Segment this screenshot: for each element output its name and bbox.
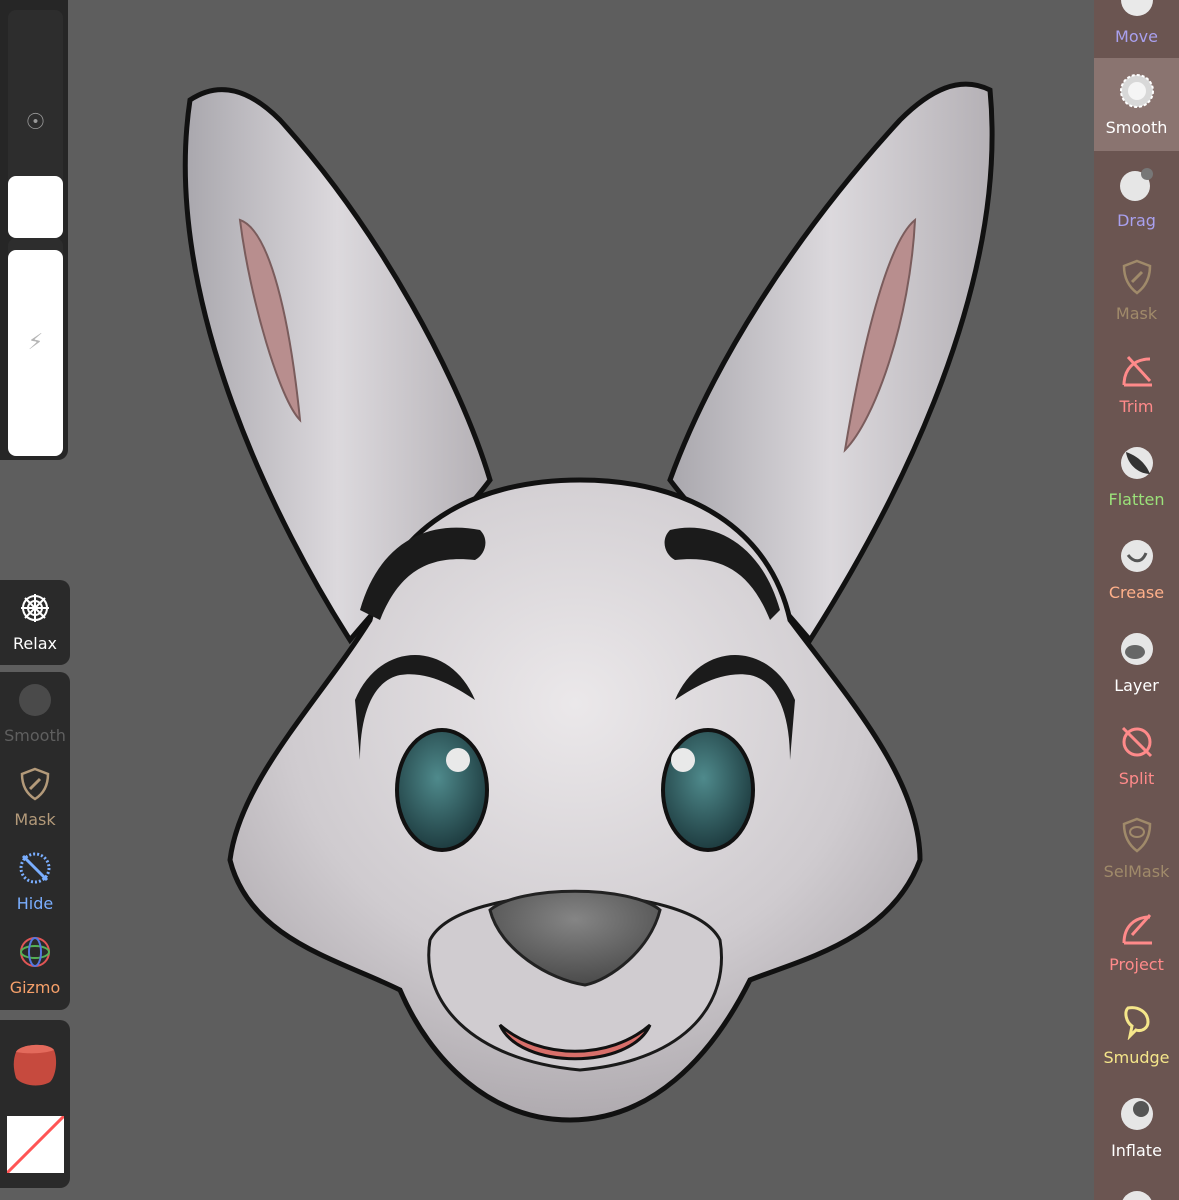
inflate-tool[interactable]: Inflate — [1094, 1081, 1179, 1174]
left-tools-panel: Smooth Mask Hide Gizmo — [0, 672, 70, 1010]
left-mask-tool[interactable]: Mask — [0, 756, 70, 840]
inflate-ball-icon — [1121, 1098, 1153, 1130]
drag-ball-icon — [1120, 168, 1153, 201]
next-tool-partial[interactable] — [1094, 1174, 1179, 1200]
crease-ball-icon — [1121, 540, 1153, 572]
flatten-tool[interactable]: Flatten — [1094, 430, 1179, 523]
smudge-tool[interactable]: Smudge — [1094, 988, 1179, 1081]
gizmo-tool[interactable]: Gizmo — [0, 924, 70, 1008]
left-mask-label: Mask — [14, 810, 56, 829]
drag-tool[interactable]: Drag — [1094, 151, 1179, 244]
hide-dots-icon — [19, 852, 51, 884]
trim-tool-label: Trim — [1119, 397, 1154, 416]
hide-tool[interactable]: Hide — [0, 840, 70, 924]
hide-tool-label: Hide — [16, 894, 54, 913]
relax-tool-label: Relax — [13, 634, 57, 653]
move-tool[interactable]: Move — [1094, 0, 1179, 60]
trim-icon — [1122, 355, 1152, 387]
mask-tool[interactable]: Mask — [1094, 244, 1179, 337]
smooth-ball-icon — [19, 684, 51, 716]
material-panel — [0, 1020, 70, 1188]
trim-tool[interactable]: Trim — [1094, 337, 1179, 430]
web-icon — [21, 594, 49, 622]
crease-tool-label: Crease — [1108, 583, 1165, 602]
brush-slider-panel: ☉ ⚡ — [0, 0, 68, 460]
relax-tool[interactable]: Relax — [0, 580, 70, 664]
split-tool-label: Split — [1118, 769, 1155, 788]
smudge-icon — [1124, 1006, 1150, 1040]
ball-icon — [1122, 1191, 1152, 1200]
move-tool-label: Move — [1115, 27, 1158, 46]
intensity-icon: ⚡ — [27, 330, 44, 355]
smooth-ball-icon — [1120, 74, 1154, 108]
bunny-head-model[interactable] — [130, 60, 1030, 1150]
left-smooth-label: Smooth — [4, 726, 66, 745]
project-icon — [1122, 913, 1152, 945]
intensity-slider[interactable]: ⚡ — [8, 238, 63, 456]
radius-slider[interactable]: ☉ — [8, 10, 63, 238]
relax-panel: Relax — [0, 580, 70, 665]
mask-tool-label: Mask — [1115, 304, 1158, 323]
crease-tool[interactable]: Crease — [1094, 523, 1179, 616]
layer-tool-label: Layer — [1114, 676, 1159, 695]
project-tool[interactable]: Project — [1094, 895, 1179, 988]
no-texture-icon[interactable] — [7, 1116, 64, 1173]
selmask-tool[interactable]: SelMask — [1094, 802, 1179, 895]
gizmo-tool-label: Gizmo — [9, 978, 61, 997]
material-swatch-icon[interactable] — [10, 1038, 60, 1088]
split-tool[interactable]: Split — [1094, 709, 1179, 802]
layer-ball-icon — [1121, 633, 1153, 665]
left-smooth-tool[interactable]: Smooth — [0, 672, 70, 756]
smooth-tool[interactable]: Smooth — [1094, 58, 1179, 151]
layer-tool[interactable]: Layer — [1094, 616, 1179, 709]
selmask-tool-label: SelMask — [1103, 862, 1170, 881]
split-icon — [1121, 726, 1153, 758]
selmask-icon — [1122, 817, 1152, 853]
smudge-tool-label: Smudge — [1103, 1048, 1170, 1067]
move-ball-icon — [1121, 0, 1153, 16]
mask-shield-icon — [20, 767, 50, 801]
flatten-tool-label: Flatten — [1108, 490, 1165, 509]
inflate-tool-label: Inflate — [1111, 1141, 1162, 1160]
sculpt-viewport[interactable]: ☉ ⚡ Relax Smooth Mask Hide Gizmo Move Sm… — [0, 0, 1179, 1200]
drag-tool-label: Drag — [1117, 211, 1156, 230]
project-tool-label: Project — [1109, 955, 1164, 974]
mask-shield-icon — [1122, 259, 1152, 295]
smooth-tool-label: Smooth — [1105, 118, 1168, 137]
gizmo-icon — [20, 937, 50, 967]
sculpt-tool-bar: Move Smooth Drag Mask Trim Flatten Creas… — [1094, 0, 1179, 1200]
flatten-ball-icon — [1121, 447, 1153, 479]
radius-icon: ☉ — [25, 110, 46, 135]
